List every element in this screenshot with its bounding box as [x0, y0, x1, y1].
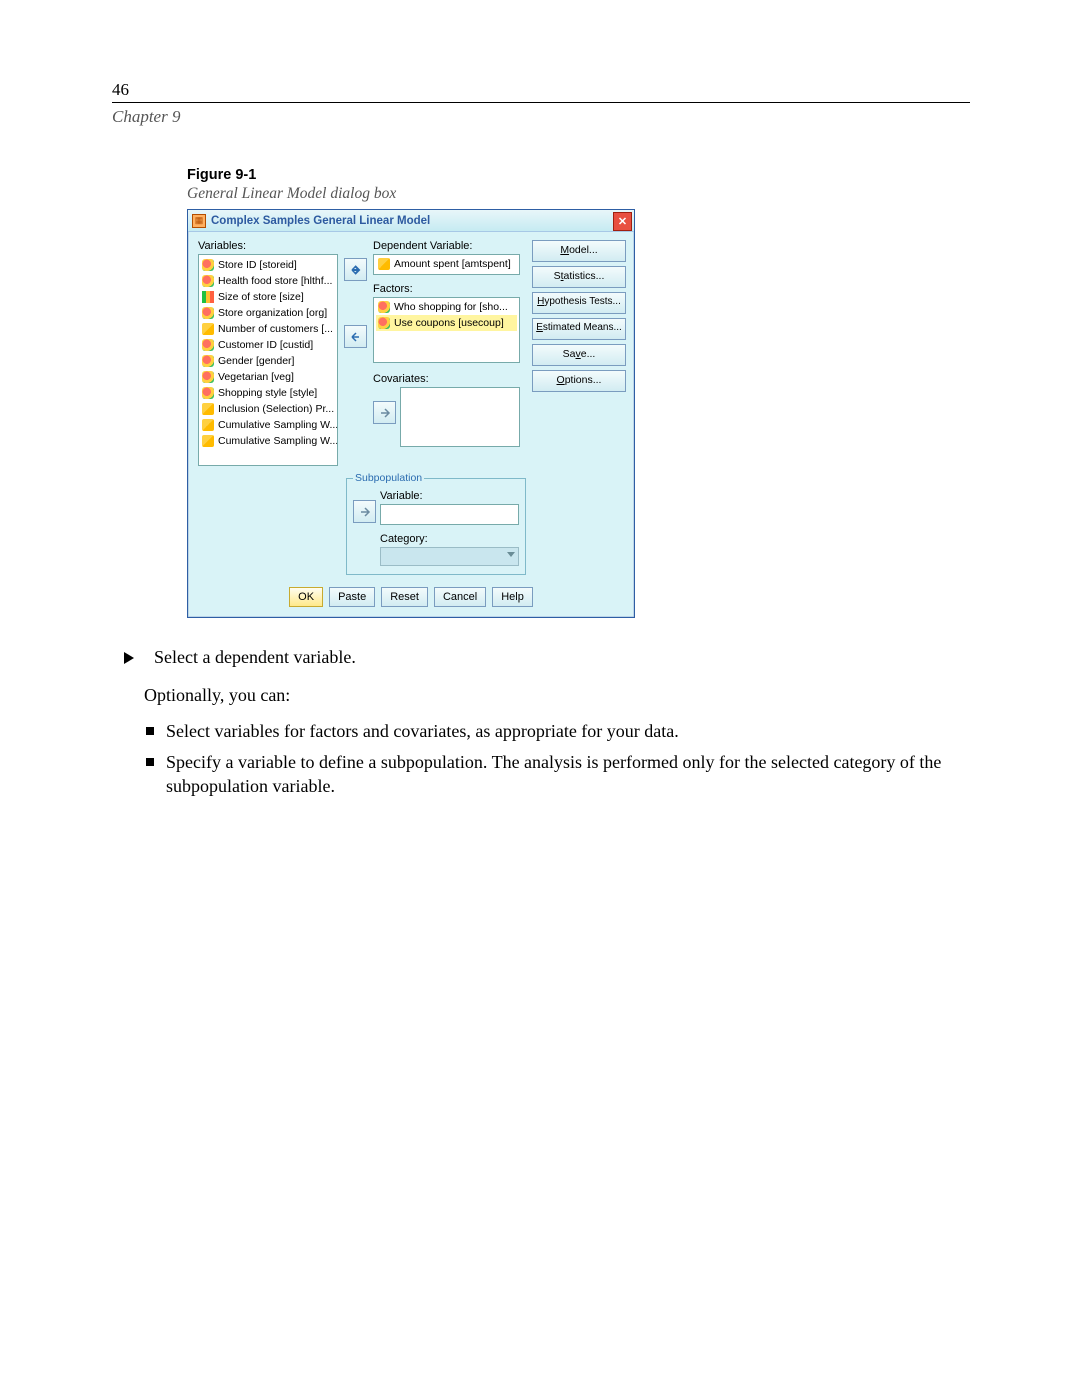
glm-dialog: ▦ Complex Samples General Linear Model ✕… [187, 209, 635, 618]
variable-text: Inclusion (Selection) Pr... [218, 402, 334, 416]
list-item[interactable]: Vegetarian [veg] [200, 369, 336, 385]
statistics-button[interactable]: Statistics... [532, 266, 626, 288]
subpopulation-group: Subpopulation Variable: Category: [346, 472, 526, 575]
subpop-legend: Subpopulation [353, 472, 424, 484]
variable-text: Customer ID [custid] [218, 338, 313, 352]
variables-listbox[interactable]: Store ID [storeid] Health food store [hlt… [198, 254, 338, 466]
nominal-icon [202, 387, 214, 399]
covariates-slot[interactable] [400, 387, 520, 447]
variables-label: Variables: [198, 240, 338, 252]
figure-label: Figure 9-1 [187, 167, 970, 183]
list-item[interactable]: Number of customers [... [200, 321, 336, 337]
paste-button[interactable]: Paste [329, 587, 375, 607]
variable-text: Cumulative Sampling W... [218, 418, 338, 432]
variable-text: Health food store [hlthf... [218, 274, 332, 288]
scale-icon [378, 258, 390, 270]
scale-icon [202, 419, 214, 431]
list-item: Select variables for factors and covaria… [144, 720, 970, 744]
move-subpop-button[interactable] [353, 500, 376, 523]
dependent-slot[interactable]: Amount spent [amtspent] [373, 254, 520, 275]
subpop-var-label: Variable: [380, 490, 519, 502]
triangle-bullet-icon [124, 652, 144, 664]
optional-text: Optionally, you can: [144, 684, 970, 708]
variable-text: Shopping style [style] [218, 386, 317, 400]
model-button[interactable]: Model... [532, 240, 626, 262]
variable-text: Vegetarian [veg] [218, 370, 294, 384]
figure-caption: General Linear Model dialog box [187, 185, 970, 203]
list-item[interactable]: Customer ID [custid] [200, 337, 336, 353]
help-button[interactable]: Help [492, 587, 533, 607]
list-item[interactable]: Cumulative Sampling W... [200, 433, 336, 449]
scale-icon [202, 323, 214, 335]
nominal-icon [378, 317, 390, 329]
close-button[interactable]: ✕ [613, 212, 632, 231]
header-rule [112, 102, 970, 103]
factor-text: Who shopping for [sho... [394, 300, 508, 314]
nominal-icon [202, 339, 214, 351]
nominal-icon [202, 275, 214, 287]
statistics-button-text: Statistics... [554, 270, 605, 282]
covariates-label: Covariates: [373, 373, 520, 385]
step-row: Select a dependent variable. [124, 646, 970, 670]
nominal-icon [202, 259, 214, 271]
dependent-label: Dependent Variable: [373, 240, 520, 252]
chapter-label: Chapter 9 [112, 107, 970, 127]
list-item[interactable]: Store organization [org] [200, 305, 336, 321]
nominal-icon [202, 371, 214, 383]
list-item[interactable]: Store ID [storeid] [200, 257, 336, 273]
move-dependent-button[interactable] [344, 258, 367, 281]
dialog-titlebar[interactable]: ▦ Complex Samples General Linear Model ✕ [188, 210, 634, 232]
list-item[interactable]: Use coupons [usecoup] [376, 315, 517, 331]
list-item[interactable]: Shopping style [style] [200, 385, 336, 401]
save-button[interactable]: Save... [532, 344, 626, 366]
variable-text: Number of customers [... [218, 322, 333, 336]
app-icon: ▦ [192, 214, 206, 228]
variable-text: Size of store [size] [218, 290, 304, 304]
step-text: Select a dependent variable. [154, 646, 356, 670]
list-item[interactable]: Size of store [size] [200, 289, 336, 305]
list-item[interactable]: Gender [gender] [200, 353, 336, 369]
move-factors-button[interactable] [344, 325, 367, 348]
page-number: 46 [112, 80, 970, 100]
dependent-item[interactable]: Amount spent [amtspent] [376, 256, 517, 272]
scale-icon [202, 435, 214, 447]
factor-text: Use coupons [usecoup] [394, 316, 504, 330]
scale-icon [202, 403, 214, 415]
move-covariates-button[interactable] [373, 401, 396, 424]
chevron-down-icon [507, 552, 515, 557]
bullet-list: Select variables for factors and covaria… [144, 720, 970, 799]
list-item[interactable]: Health food store [hlthf... [200, 273, 336, 289]
factors-label: Factors: [373, 283, 520, 295]
cancel-button[interactable]: Cancel [434, 587, 486, 607]
subpop-cat-label: Category: [380, 533, 519, 545]
list-item[interactable]: Who shopping for [sho... [376, 299, 517, 315]
variable-text: Gender [gender] [218, 354, 294, 368]
ordinal-icon [202, 291, 214, 303]
nominal-icon [202, 307, 214, 319]
variable-text: Store organization [org] [218, 306, 327, 320]
options-button[interactable]: Options... [532, 370, 626, 392]
htests-button[interactable]: Hypothesis Tests... [532, 292, 626, 314]
list-item[interactable]: Inclusion (Selection) Pr... [200, 401, 336, 417]
dependent-text: Amount spent [amtspent] [394, 257, 511, 271]
list-item: Specify a variable to define a subpopula… [144, 751, 970, 799]
model-button-text: odel... [569, 244, 598, 256]
reset-button[interactable]: Reset [381, 587, 428, 607]
dialog-footer: OK Paste Reset Cancel Help [198, 587, 624, 607]
factors-slot[interactable]: Who shopping for [sho... Use coupons [use… [373, 297, 520, 363]
emeans-button[interactable]: Estimated Means... [532, 318, 626, 340]
ok-button[interactable]: OK [289, 587, 323, 607]
subpop-var-slot[interactable] [380, 504, 519, 525]
list-item[interactable]: Cumulative Sampling W... [200, 417, 336, 433]
dialog-title-text: Complex Samples General Linear Model [211, 215, 430, 227]
nominal-icon [378, 301, 390, 313]
variable-text: Cumulative Sampling W... [218, 434, 338, 448]
body-text: Select a dependent variable. Optionally,… [132, 646, 970, 799]
nominal-icon [202, 355, 214, 367]
variable-text: Store ID [storeid] [218, 258, 297, 272]
subpop-category-dropdown[interactable] [380, 547, 519, 566]
